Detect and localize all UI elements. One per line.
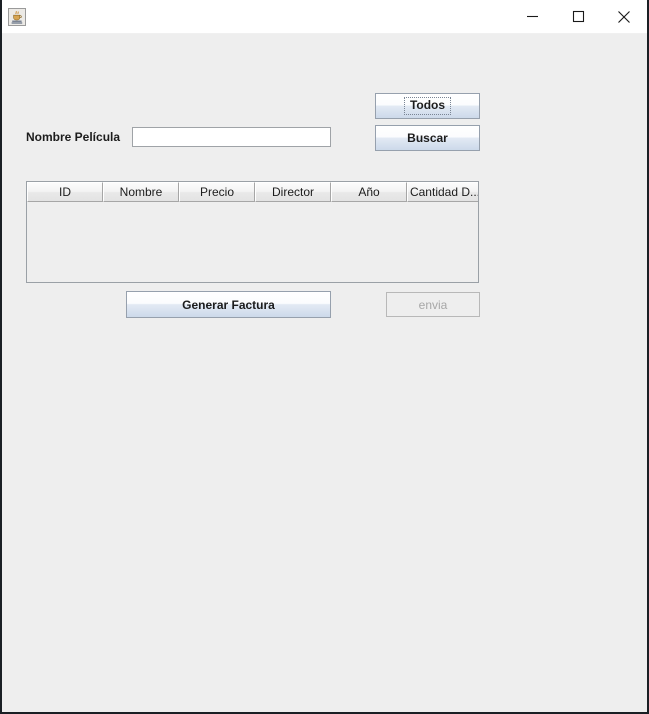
minimize-icon[interactable] bbox=[509, 0, 555, 33]
envia-button: envia bbox=[386, 292, 480, 317]
window-controls bbox=[509, 0, 647, 33]
generar-factura-button[interactable]: Generar Factura bbox=[126, 291, 331, 318]
nombre-pelicula-input[interactable] bbox=[132, 127, 331, 147]
buscar-button-label: Buscar bbox=[407, 131, 448, 145]
column-header-cantidad-disponible[interactable]: Cantidad D... bbox=[407, 182, 478, 202]
peliculas-table-scrollpane[interactable]: ID Nombre Precio Director Año Cantidad D… bbox=[26, 181, 479, 283]
column-header-ano[interactable]: Año bbox=[331, 182, 407, 202]
content-pane: Todos Buscar Nombre Película ID Nombre P… bbox=[2, 34, 647, 712]
todos-button-label: Todos bbox=[403, 96, 452, 116]
application-window: Todos Buscar Nombre Película ID Nombre P… bbox=[0, 0, 649, 714]
buscar-button[interactable]: Buscar bbox=[375, 125, 480, 151]
close-icon[interactable] bbox=[601, 0, 647, 33]
column-header-nombre[interactable]: Nombre bbox=[103, 182, 179, 202]
column-header-id[interactable]: ID bbox=[27, 182, 103, 202]
nombre-pelicula-label: Nombre Película bbox=[26, 130, 121, 144]
todos-button[interactable]: Todos bbox=[375, 93, 480, 119]
peliculas-table-header: ID Nombre Precio Director Año Cantidad D… bbox=[27, 182, 478, 202]
java-coffee-cup-icon bbox=[8, 7, 26, 26]
title-bar bbox=[2, 0, 647, 34]
maximize-icon[interactable] bbox=[555, 0, 601, 33]
peliculas-table-body[interactable] bbox=[27, 202, 478, 282]
column-header-director[interactable]: Director bbox=[255, 182, 331, 202]
column-header-precio[interactable]: Precio bbox=[179, 182, 255, 202]
generar-factura-button-label: Generar Factura bbox=[182, 297, 275, 312]
envia-button-label: envia bbox=[418, 297, 448, 312]
